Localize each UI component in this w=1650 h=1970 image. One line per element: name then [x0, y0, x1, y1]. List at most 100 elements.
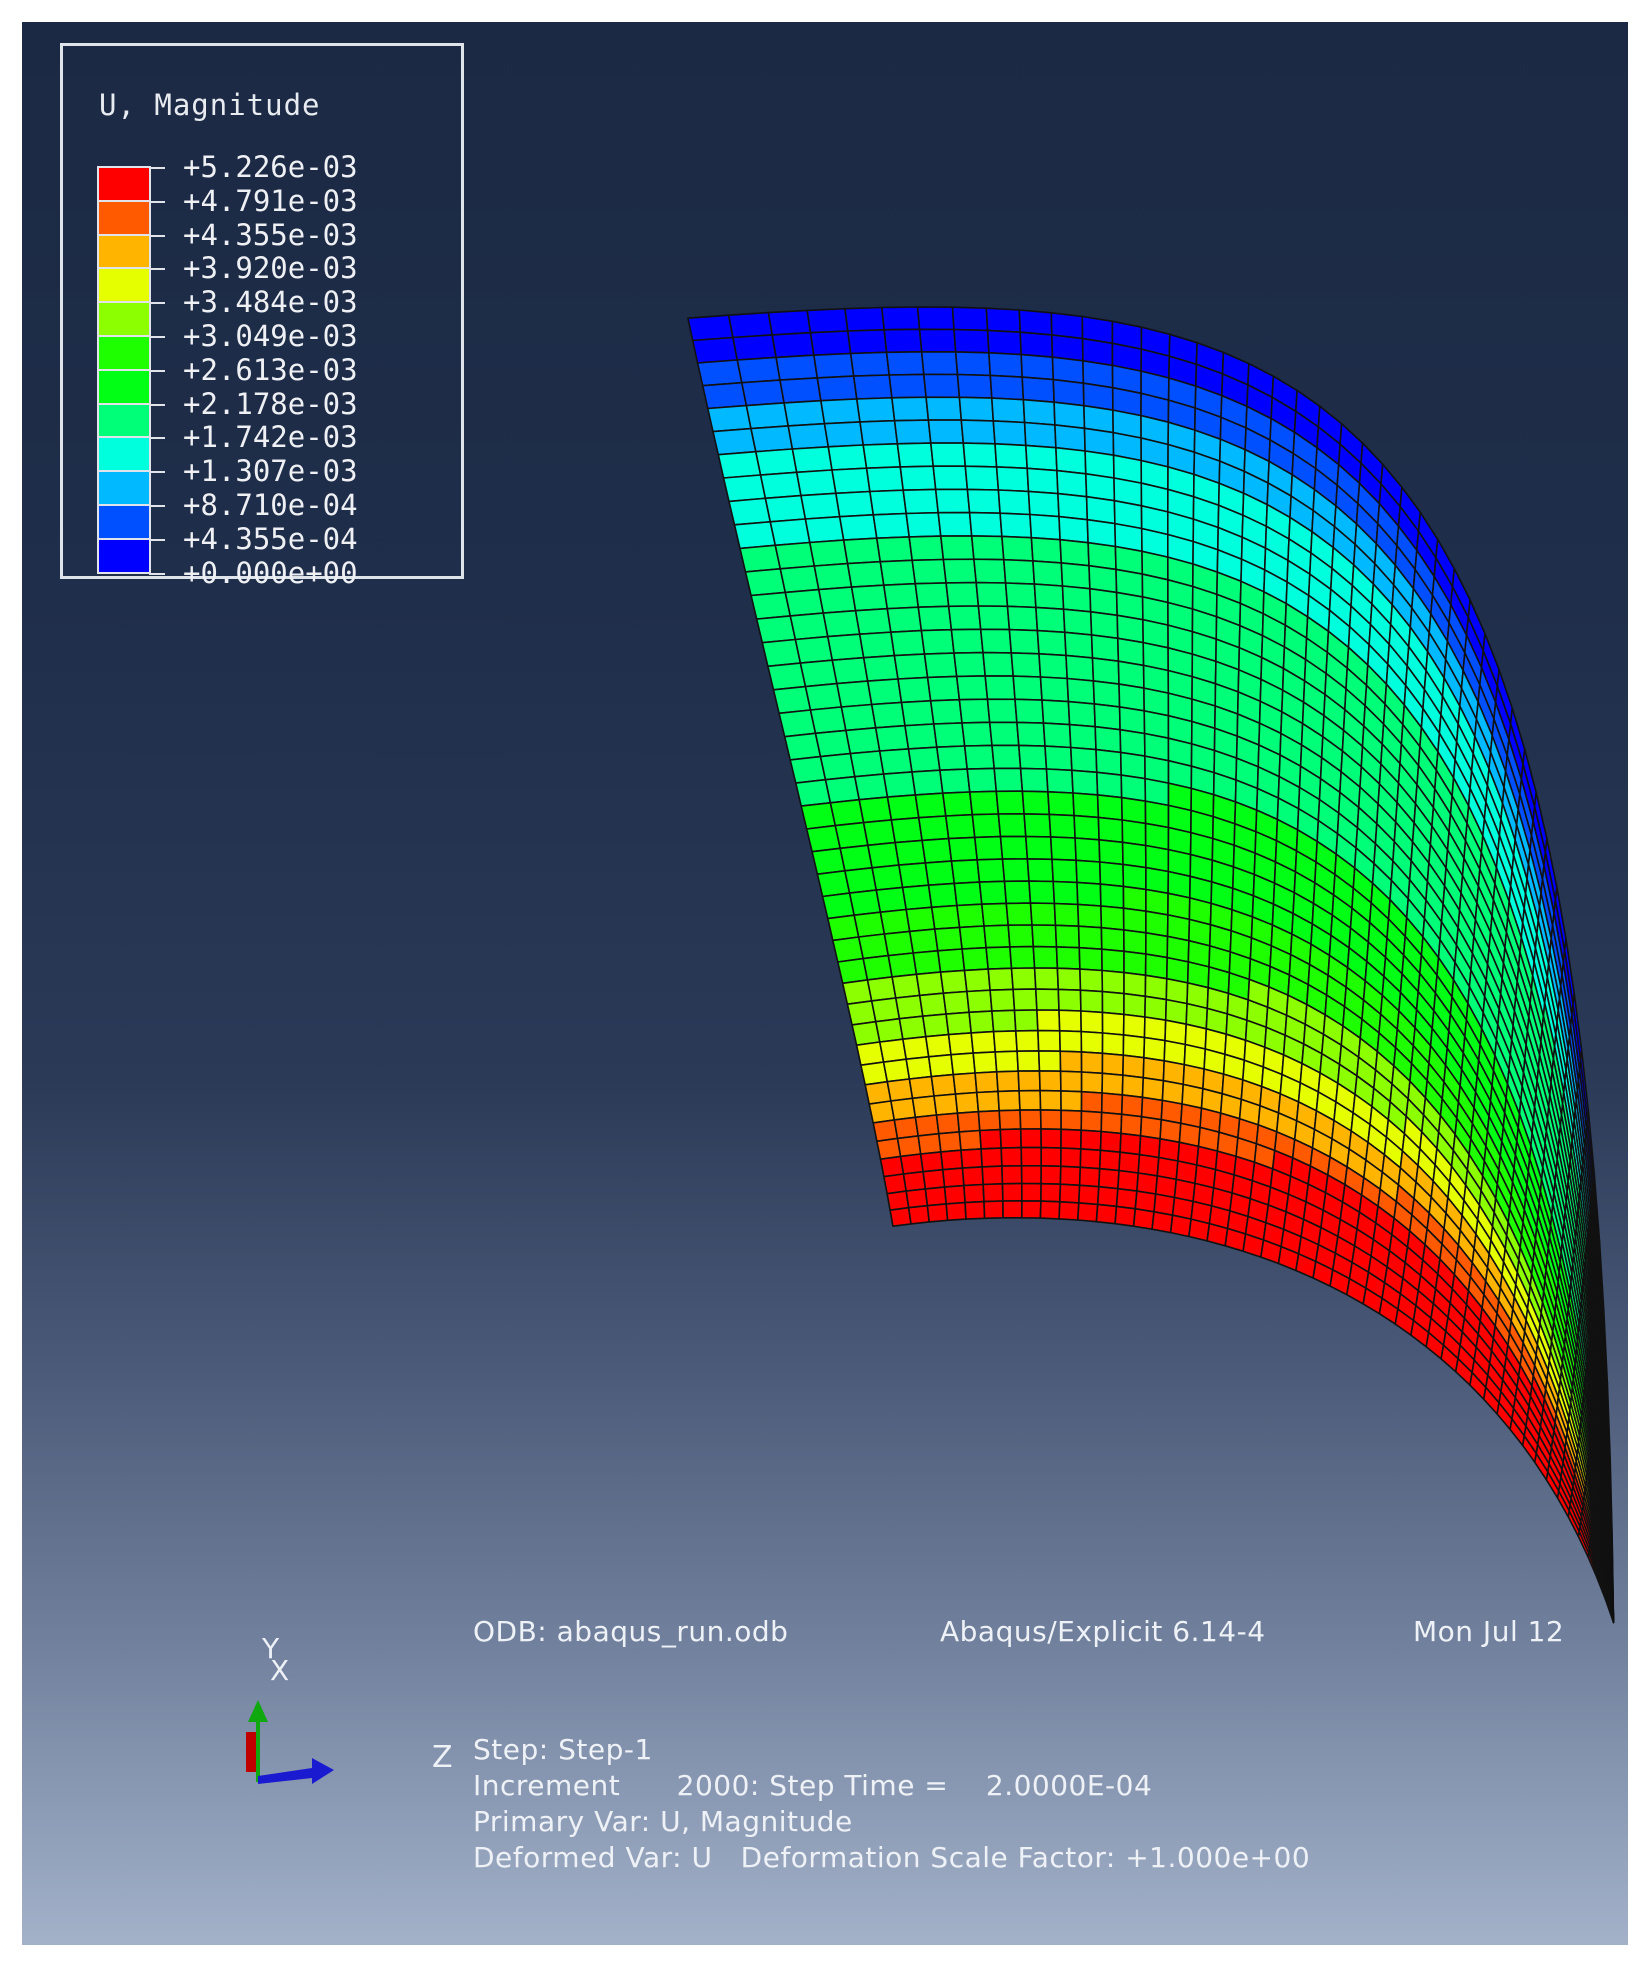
mesh-element — [870, 701, 906, 729]
mesh-element — [1056, 967, 1082, 992]
mesh-element — [1040, 1182, 1062, 1203]
legend-color-bin — [99, 201, 149, 236]
mesh-element — [1026, 858, 1054, 883]
legend-label: +8.710e-04 — [183, 488, 358, 522]
mesh-element — [805, 824, 842, 853]
mesh-element — [767, 309, 812, 336]
mesh-element — [1096, 1185, 1119, 1208]
mesh-element — [1093, 703, 1121, 731]
mesh-element — [767, 662, 807, 691]
mesh-element — [950, 1052, 976, 1076]
mesh-element — [1077, 925, 1103, 951]
mesh-element — [1077, 903, 1103, 929]
mesh-element — [819, 752, 856, 781]
mesh-element — [890, 816, 923, 844]
mesh-element — [1013, 1009, 1039, 1032]
mesh-element — [1101, 969, 1125, 995]
mesh-element — [1079, 1148, 1102, 1170]
mesh-element — [939, 535, 975, 561]
mesh-element — [844, 306, 886, 332]
mesh-element — [1032, 945, 1059, 970]
mesh-element — [846, 328, 888, 355]
mesh-element — [1138, 1135, 1161, 1159]
mesh-element — [845, 726, 881, 755]
mesh-element — [939, 969, 968, 995]
mesh-element — [924, 1186, 948, 1207]
mesh-element — [696, 359, 743, 387]
legend-tick — [149, 302, 165, 305]
mesh-element — [804, 515, 845, 544]
mesh-element — [865, 466, 905, 493]
legend-color-bin — [99, 235, 149, 270]
mesh-element — [1010, 967, 1037, 991]
legend-tick — [149, 336, 165, 338]
mesh-element — [1121, 1074, 1145, 1099]
mesh-element — [879, 1155, 905, 1178]
mesh-element — [1075, 859, 1102, 885]
mesh-element — [1016, 721, 1046, 747]
mesh-element — [893, 419, 932, 445]
legend-label: +1.742e-03 — [183, 420, 358, 455]
mesh-element — [980, 1147, 1003, 1168]
mesh-element — [783, 399, 826, 427]
mesh-element — [987, 967, 1014, 992]
mesh-element — [1120, 774, 1147, 802]
mesh-element — [947, 836, 979, 862]
mesh-element — [1018, 309, 1053, 336]
mesh-element — [1002, 1200, 1023, 1219]
mesh-element — [970, 535, 1005, 561]
mesh-element — [816, 375, 858, 402]
mesh-element — [860, 1061, 889, 1086]
mesh-element — [992, 420, 1027, 447]
mesh-element — [907, 746, 941, 773]
mesh-element — [1052, 378, 1085, 407]
mesh-element — [964, 1200, 986, 1220]
mesh-element — [1101, 948, 1125, 974]
mesh-element — [883, 328, 923, 354]
mesh-element — [962, 442, 998, 468]
mesh-element — [1006, 605, 1039, 632]
mesh-element — [953, 328, 990, 354]
mesh-element — [1033, 583, 1065, 611]
mesh-element — [911, 558, 947, 585]
mesh-element — [945, 1201, 967, 1222]
mesh-element — [1095, 748, 1122, 776]
mesh-element — [1054, 424, 1086, 452]
mesh-element — [902, 1035, 930, 1060]
mesh-element — [1118, 1151, 1141, 1174]
mesh-element — [851, 1020, 881, 1046]
mesh-element — [859, 419, 899, 446]
mesh-element — [894, 839, 927, 866]
viewport[interactable]: U, Magnitude +5.226e-03 +4.791e-03 +4.355e… — [22, 22, 1628, 1945]
mesh-element — [898, 862, 930, 889]
mesh-element — [945, 1011, 973, 1036]
mesh-element — [911, 1095, 938, 1119]
mesh-element — [966, 767, 998, 793]
mesh-element — [759, 471, 802, 500]
mesh-element — [992, 1030, 1018, 1053]
mesh-element — [973, 835, 1004, 861]
mesh-element — [834, 821, 869, 850]
mesh-element — [933, 926, 963, 952]
mesh-element — [800, 801, 837, 830]
legend-tick — [149, 167, 165, 169]
mesh-element — [1056, 469, 1088, 498]
mesh-element — [1020, 1182, 1042, 1202]
mesh-element — [816, 869, 851, 898]
legend-tick — [149, 538, 165, 541]
mesh-element — [706, 404, 752, 433]
mesh-element — [990, 397, 1026, 424]
mesh-element — [794, 778, 832, 807]
mesh-element — [983, 924, 1011, 949]
mesh-element — [853, 773, 889, 801]
legend-color-bin — [99, 336, 149, 371]
mesh-element — [736, 356, 781, 384]
mesh-element — [1054, 924, 1081, 949]
mesh-element — [991, 1009, 1017, 1033]
mesh-element — [999, 835, 1029, 860]
mesh-element — [890, 1097, 917, 1121]
mesh-element — [945, 581, 980, 608]
mesh-element — [1100, 926, 1125, 953]
mesh-element — [1021, 376, 1055, 404]
mesh-element — [1016, 1050, 1041, 1072]
